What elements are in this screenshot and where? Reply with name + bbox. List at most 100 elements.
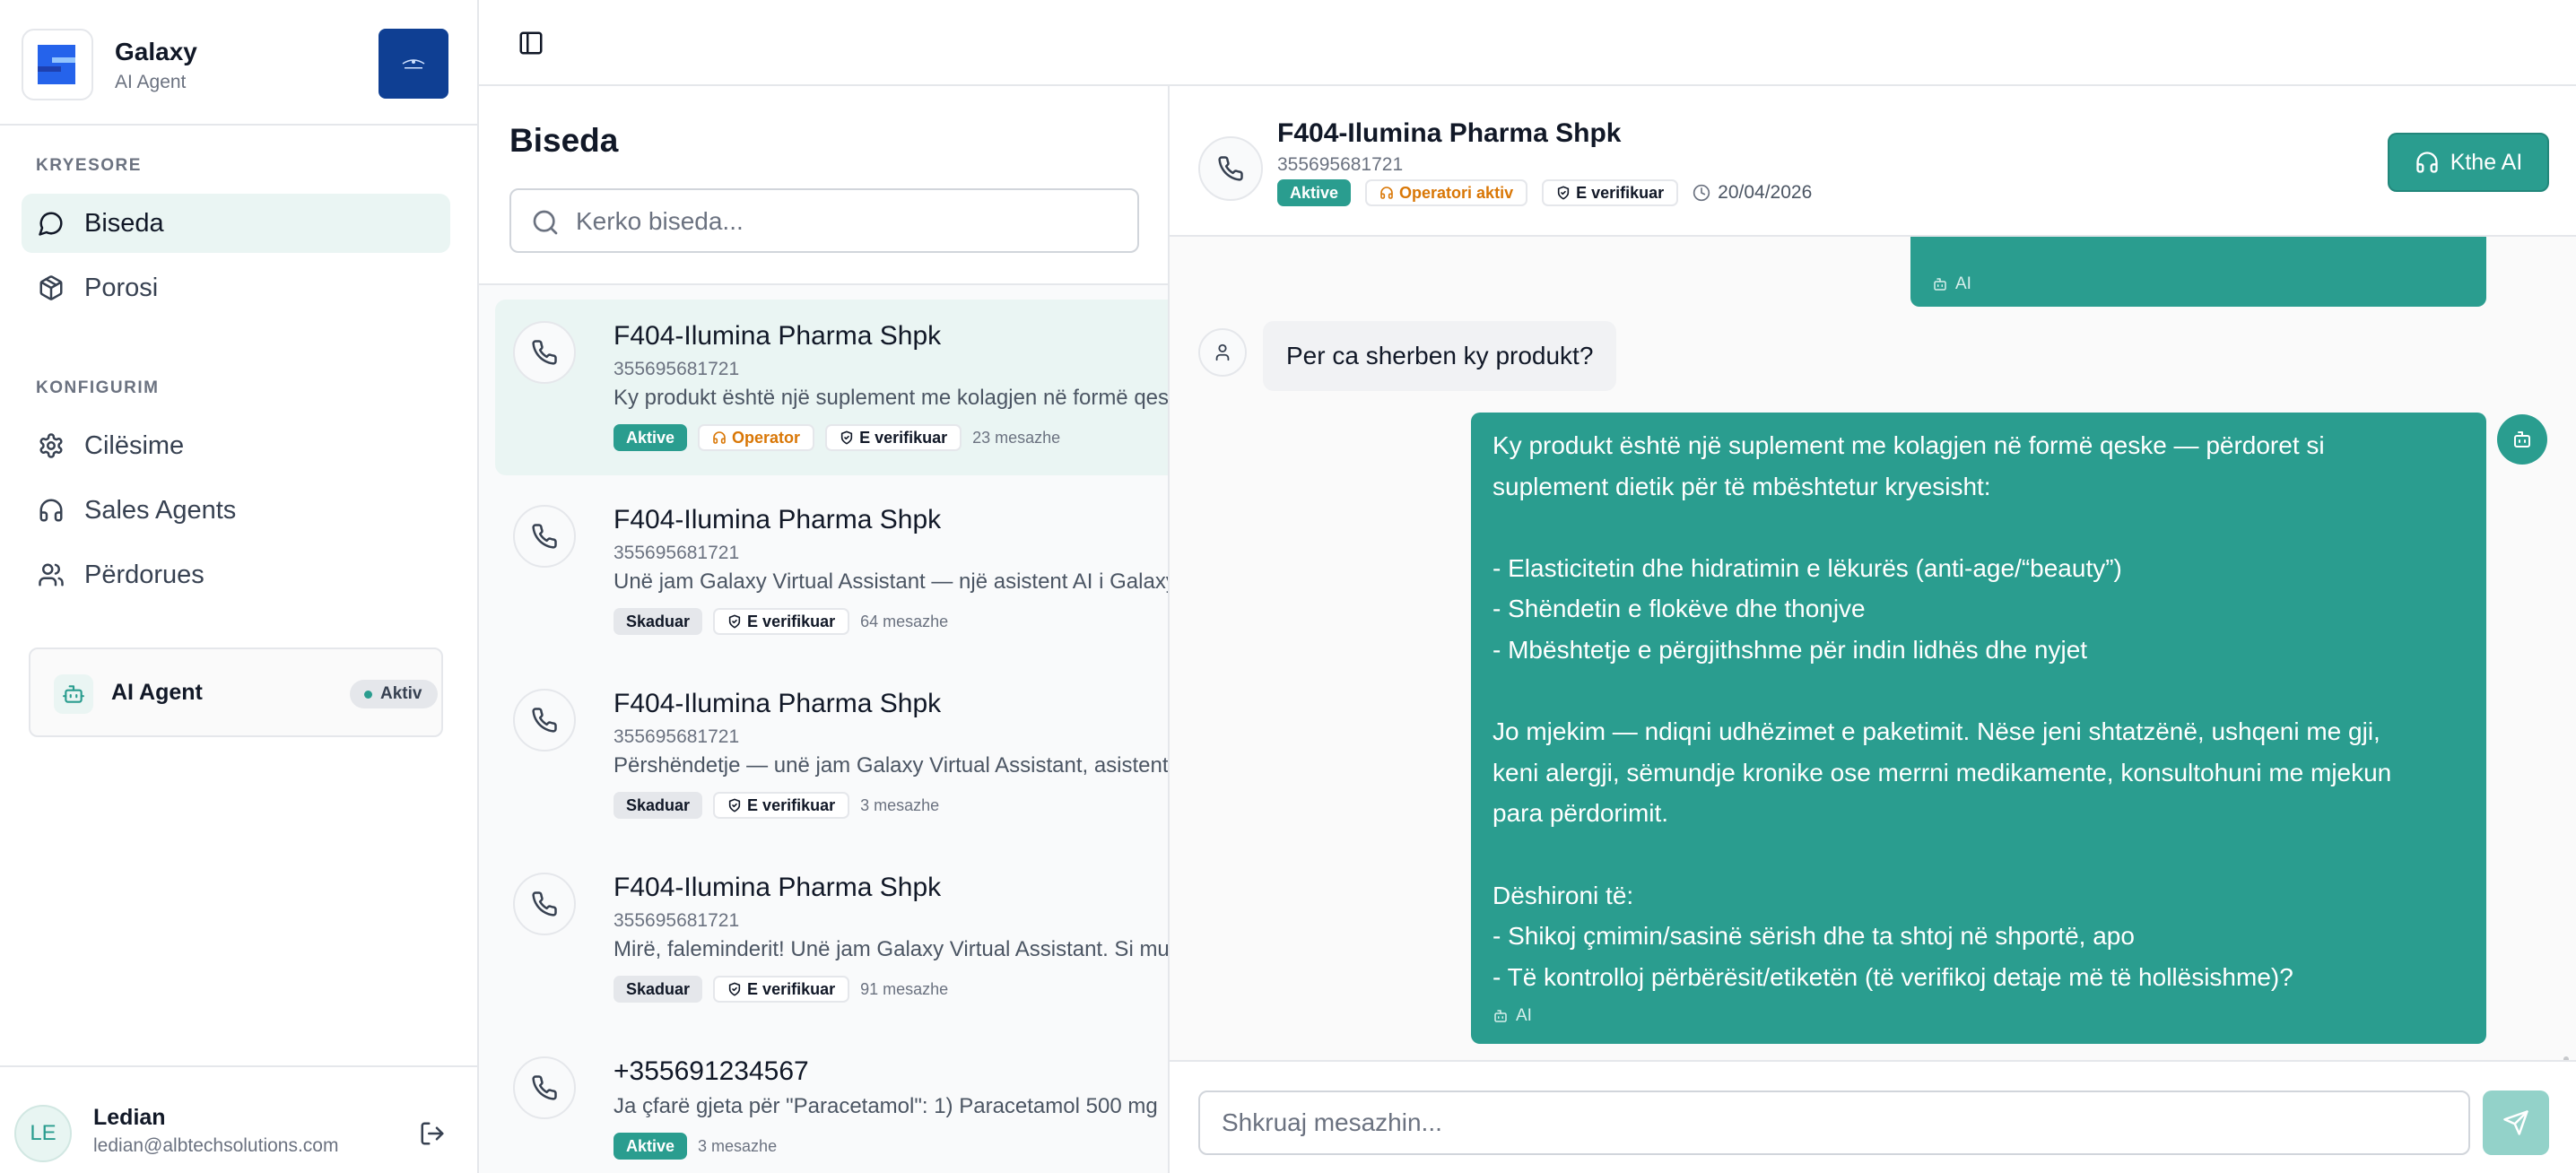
chat-date: 20/04/2026 [1693, 182, 1812, 204]
ai-message-label: AI [1493, 1006, 1532, 1026]
operator-label: Operator [732, 429, 801, 447]
agent-name: AI Agent [111, 680, 203, 705]
operator-badge: Operatori aktiv [1365, 179, 1528, 206]
verified-badge: E verifikuar [713, 792, 850, 819]
send-icon [2503, 1110, 2528, 1135]
conversation-item[interactable]: F404-Ilumina Pharma Shpk 355695681721 Un… [495, 483, 1168, 659]
conversation-item[interactable]: F404-Ilumina Pharma Shpk 355695681721 Ky… [495, 300, 1168, 475]
sidebar-item-porosi[interactable]: Porosi [22, 258, 450, 317]
phone-icon [513, 505, 576, 568]
verified-badge: E verifikuar [713, 608, 850, 635]
conversation-tags: Aktive 3 mesazhe [614, 1132, 777, 1160]
ai-message-line: Dëshironi të: [1493, 881, 1634, 909]
chat-title: F404-Ilumina Pharma Shpk [1277, 118, 1622, 148]
user-icon [1198, 328, 1247, 377]
search-input[interactable] [576, 199, 1123, 244]
company-crest-icon [379, 29, 448, 99]
message-count: 23 mesazhe [972, 428, 1061, 447]
sidebar-item-biseda[interactable]: Biseda [22, 194, 450, 253]
ai-message-line [1493, 834, 2465, 875]
avatar[interactable]: LE [14, 1105, 72, 1162]
shield-check-icon [728, 982, 741, 996]
galaxy-logo-icon [22, 29, 93, 100]
conversation-tags: Skaduar E verifikuar 3 mesazhe [614, 791, 939, 820]
conversation-preview: Unë jam Galaxy Virtual Assistant — një a… [614, 569, 1168, 594]
message-count: 3 mesazhe [698, 1136, 778, 1155]
logout-icon[interactable] [416, 1117, 448, 1150]
verified-badge: E verifikuar [1542, 179, 1679, 206]
message-count: 3 mesazhe [860, 795, 940, 814]
message-list: AI Per ca sherben ky produkt? Ky produkt… [1170, 237, 2576, 1060]
phone-icon [513, 321, 576, 384]
ai-message-label: AI [1932, 274, 1971, 294]
gear-icon [36, 430, 66, 461]
ai-message-line: para përdorimit. [1493, 799, 1669, 828]
headset-icon [1380, 187, 1393, 199]
package-icon [36, 273, 66, 303]
ai-message-line [1493, 671, 2465, 712]
section-label-main: KRYESORE [36, 156, 142, 175]
verified-label: E verifikuar [1576, 184, 1665, 202]
user-email: ledian@albtechsolutions.com [93, 1135, 339, 1156]
chat-panel: F404-Ilumina Pharma Shpk 355695681721 Ak… [1170, 86, 2576, 1173]
conversation-phone: 355695681721 [614, 543, 740, 563]
sidebar-item-cilesime[interactable]: Cilësime [22, 416, 450, 475]
user-message-bubble: Per ca sherben ky produkt? [1263, 321, 1617, 391]
sidebar-item-label: Përdorues [84, 560, 205, 589]
shield-check-icon [840, 430, 853, 445]
phone-icon [513, 873, 576, 935]
bot-icon [1494, 1010, 1507, 1022]
conversation-preview: Ja çfarë gjeta për "Paracetamol": 1) Par… [614, 1094, 1158, 1118]
bot-icon [1934, 278, 1946, 291]
users-icon [36, 560, 66, 590]
chat-header: F404-Ilumina Pharma Shpk 355695681721 Ak… [1170, 86, 2576, 237]
sidebar-toggle-icon[interactable] [515, 27, 547, 59]
return-ai-button[interactable]: Kthe AI [2388, 133, 2549, 192]
ai-message-line [1493, 507, 2465, 548]
ai-message-line: suplement dietik për të mbështetur kryes… [1493, 472, 1991, 500]
operator-label: Operatori aktiv [1399, 184, 1514, 202]
user-footer: LE Ledian ledian@albtechsolutions.com [0, 1065, 477, 1173]
sidebar-item-perdorues[interactable]: Përdorues [22, 545, 450, 604]
sidebar-item-label: Biseda [84, 208, 164, 238]
status-badge: Aktive [1277, 179, 1352, 206]
message-count: 64 mesazhe [860, 612, 949, 630]
chat-bubble-icon [36, 208, 66, 239]
conversation-list-header: Biseda [479, 86, 1168, 285]
phone-icon [1198, 136, 1263, 201]
shield-check-icon [728, 614, 741, 629]
brand-header: Galaxy AI Agent [0, 0, 477, 126]
conversation-name: +355691234567 [614, 1056, 809, 1086]
bot-icon [2497, 414, 2547, 465]
conversation-phone: 355695681721 [614, 910, 740, 931]
conversation-name: F404-Ilumina Pharma Shpk [614, 689, 942, 718]
ai-message-line: Jo mjekim — ndiqni udhëzimet e paketimit… [1493, 717, 2380, 746]
status-badge: Aktive [614, 1133, 688, 1160]
brand-subtitle: AI Agent [115, 72, 187, 92]
message-composer [1170, 1060, 2576, 1173]
conversation-item[interactable]: +355691234567 Ja çfarë gjeta për "Parace… [495, 1035, 1168, 1173]
conversation-tags: Aktive Operator E verifikuar 23 mesazhe [614, 423, 1060, 452]
conversation-name: F404-Ilumina Pharma Shpk [614, 873, 942, 902]
message-input[interactable] [1198, 1090, 2470, 1155]
status-badge: Skaduar [614, 792, 703, 819]
conversation-preview: Përshëndetje — unë jam Galaxy Virtual As… [614, 753, 1170, 778]
conversation-tags: Skaduar E verifikuar 64 mesazhe [614, 607, 948, 636]
status-badge: Aktive [614, 424, 688, 451]
ai-agent-card[interactable]: AI Agent Aktiv [29, 647, 443, 737]
clock-icon [1693, 184, 1710, 202]
conversation-preview: Mirë, faleminderit! Unë jam Galaxy Virtu… [614, 937, 1170, 961]
sidebar-item-sales-agents[interactable]: Sales Agents [22, 481, 450, 540]
conversation-item[interactable]: F404-Ilumina Pharma Shpk 355695681721 Mi… [495, 851, 1170, 1027]
sidebar-item-label: Sales Agents [84, 495, 237, 525]
headset-icon [36, 495, 66, 526]
conversation-item[interactable]: F404-Ilumina Pharma Shpk 355695681721 Pë… [495, 667, 1170, 843]
search-icon [531, 208, 560, 237]
shield-check-icon [1557, 186, 1570, 200]
send-button[interactable] [2483, 1090, 2549, 1155]
search-box [509, 188, 1139, 253]
sidebar-item-label: Porosi [84, 273, 159, 302]
ai-label-text: AI [1955, 274, 1971, 293]
page-title: Biseda [509, 122, 619, 159]
conversation-name: F404-Ilumina Pharma Shpk [614, 505, 942, 534]
